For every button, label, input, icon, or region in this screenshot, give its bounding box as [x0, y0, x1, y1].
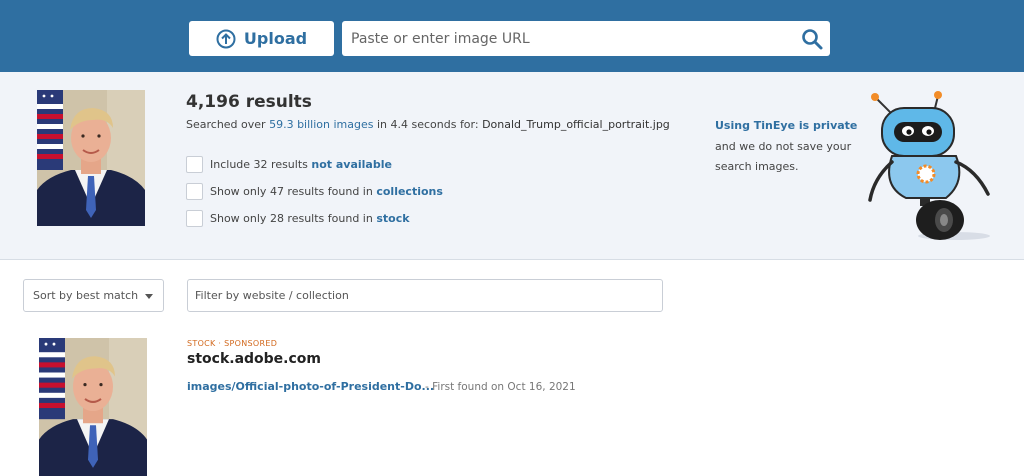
- chevron-down-icon: [145, 294, 153, 299]
- sort-dropdown[interactable]: Sort by best match: [23, 279, 164, 312]
- website-filter-box: [187, 279, 663, 312]
- option-link[interactable]: stock: [376, 212, 409, 225]
- include-unavailable-option[interactable]: Include 32 results not available: [186, 155, 392, 173]
- option-link[interactable]: not available: [311, 158, 392, 171]
- sort-value: Sort by best match: [33, 289, 139, 302]
- result-domain[interactable]: stock.adobe.com: [187, 351, 321, 367]
- results-count: 4,196 results: [186, 92, 312, 112]
- url-search-box: [342, 21, 830, 56]
- privacy-link[interactable]: Using TinEye is private: [715, 116, 865, 137]
- query-image-thumbnail[interactable]: [37, 90, 145, 226]
- checkbox[interactable]: [186, 209, 203, 227]
- tineye-robot-mascot: [868, 91, 990, 240]
- upload-arrow-icon: [216, 29, 236, 48]
- result-image-thumbnail[interactable]: [39, 338, 147, 476]
- result-tags: STOCK · SPONSORED: [187, 339, 278, 348]
- search-icon[interactable]: [800, 27, 824, 51]
- upload-button[interactable]: Upload: [189, 21, 334, 56]
- image-url-input[interactable]: [342, 21, 782, 56]
- query-filename: Donald_Trump_official_portrait.jpg: [482, 118, 670, 131]
- privacy-text: and we do not save your search images.: [715, 139, 852, 174]
- collections-only-option[interactable]: Show only 47 results found in collection…: [186, 182, 443, 200]
- search-details: Searched over 59.3 billion images in 4.4…: [186, 118, 670, 131]
- top-bar: Upload: [0, 0, 1024, 72]
- privacy-note: Using TinEye is private and we do not sa…: [715, 116, 865, 178]
- checkbox[interactable]: [186, 182, 203, 200]
- result-first-found: - First found on Oct 16, 2021: [425, 381, 576, 393]
- checkbox[interactable]: [186, 155, 203, 173]
- website-filter-input[interactable]: [188, 280, 662, 311]
- stock-only-option[interactable]: Show only 28 results found in stock: [186, 209, 410, 227]
- indexed-count: 59.3 billion images: [269, 118, 374, 131]
- option-link[interactable]: collections: [376, 185, 443, 198]
- result-image-link[interactable]: images/Official-photo-of-President-Do...: [187, 380, 434, 393]
- results-summary: 4,196 results Searched over 59.3 billion…: [0, 72, 1024, 260]
- upload-label: Upload: [243, 29, 308, 48]
